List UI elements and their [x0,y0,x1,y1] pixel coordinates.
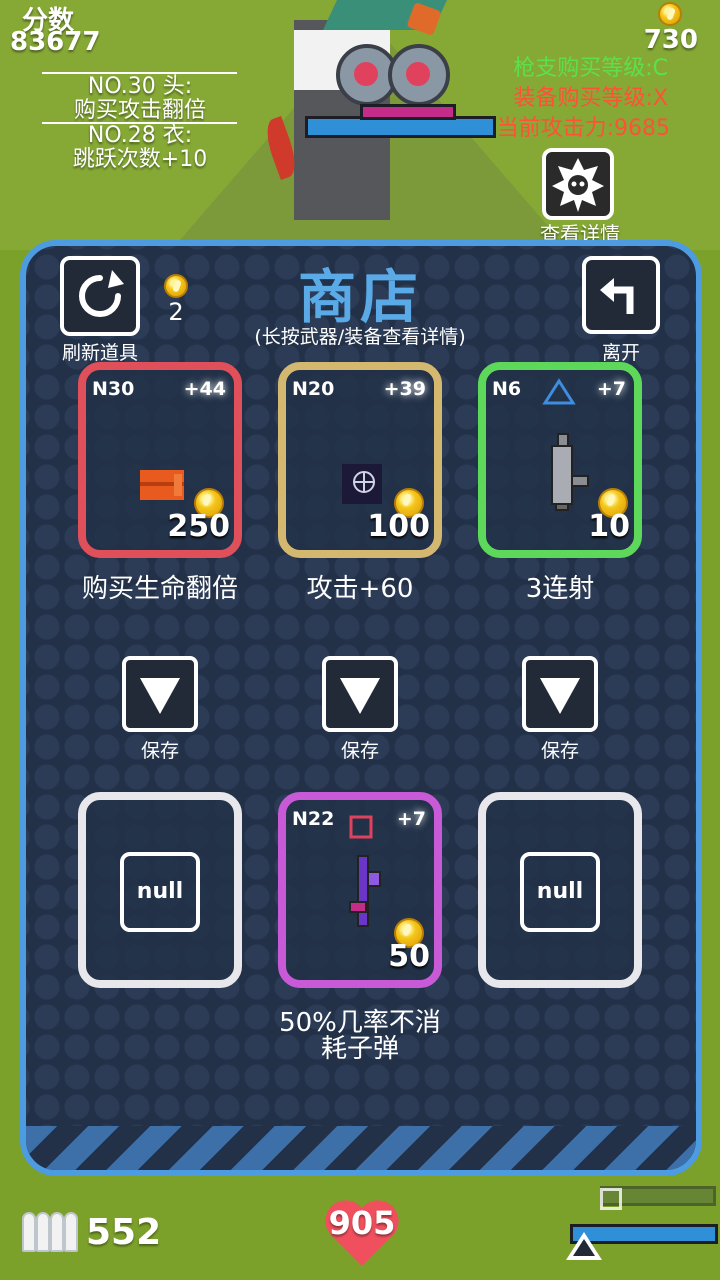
storage-slot-item[interactable]: N22 +7 50 [278,792,442,988]
save-button[interactable] [522,656,598,732]
shop-card[interactable]: N20 +39 100 [278,362,442,558]
panel-stripes [26,1126,696,1170]
back-arrow-icon [600,278,634,314]
player-goggle-right [388,44,450,106]
slot-description-line1: 50%几率不消 [279,1008,441,1038]
card-description: 攻击+60 [306,574,414,604]
save-button[interactable] [122,656,198,732]
save-label: 保存 [140,740,179,762]
log-entry: NO.30 头: 购买攻击翻倍 [44,75,236,123]
triangle-rarity-icon [566,1232,602,1260]
refresh-cost-coin-icon [164,274,188,298]
gold-value: 730 [643,25,698,55]
leave-label: 离开 [601,342,640,364]
gun-purchase-level: 枪支购买等级:C [513,56,668,81]
card-plus: +7 [596,378,626,400]
triangle-rarity-icon [542,378,576,405]
ammo-bullets-icon [22,1206,78,1252]
gold-coin-icon [658,2,682,26]
square-rarity-icon [600,1188,622,1210]
card-plus: +39 [383,378,426,400]
refresh-icon [79,270,124,317]
square-rarity-icon [349,815,373,839]
down-triangle-icon [340,678,380,714]
refresh-cost: 2 [168,298,184,326]
card-description: 3连射 [525,574,595,604]
player-gun-top [360,104,456,120]
log-entry-line1: NO.30 头: [87,74,193,99]
refresh-label: 刷新道具 [61,342,138,364]
card-plus: +44 [183,378,226,400]
card-price: 100 [367,509,430,544]
attack-power: 当前攻击力:9685 [496,116,670,141]
save-button[interactable] [322,656,398,732]
view-details-button[interactable] [542,148,614,220]
card-price: 50 [388,939,430,974]
health-value: 905 [328,1204,396,1242]
card-code: N20 [292,378,335,400]
null-placeholder: null [520,852,600,932]
storage-slot-empty[interactable]: null [78,792,242,988]
down-triangle-icon [140,678,180,714]
save-label: 保存 [540,740,579,762]
log-entry-line2: 跳跃次数+10 [72,147,208,172]
refresh-button[interactable] [60,256,140,336]
smg-weapon-icon [551,433,589,511]
slot-description-line2: 耗子弹 [320,1034,399,1064]
shop-card[interactable]: N30 +44 250 [78,362,242,558]
armor-item-icon [140,470,184,500]
storage-slot-empty[interactable]: null [478,792,642,988]
card-code: N6 [492,378,522,400]
ammo-count: 552 [86,1212,162,1253]
slot-description: 50%几率不消 耗子弹 [240,1010,480,1062]
skull-badge-icon [552,158,604,212]
equip-purchase-level: 装备购买等级:X [513,86,668,111]
card-plus: +7 [396,808,426,830]
card-code: N22 [292,808,335,830]
rifle-weapon-icon [349,855,381,927]
shop-hint: (长按武器/装备查看详情) [254,326,466,348]
score-value: 83677 [10,27,101,57]
card-code: N30 [92,378,135,400]
card-price: 250 [167,509,230,544]
scope-item-icon [342,464,382,504]
log-entry: NO.28 衣: 跳跃次数+10 [44,124,236,172]
log-entry-line1: NO.28 衣: [87,123,193,148]
card-description: 购买生命翻倍 [81,574,238,604]
shop-card[interactable]: N6 +7 10 [478,362,642,558]
card-price: 10 [588,509,630,544]
save-label: 保存 [340,740,379,762]
leave-button[interactable] [582,256,660,334]
null-placeholder: null [120,852,200,932]
log-entry-line2: 购买攻击翻倍 [73,98,206,123]
down-triangle-icon [540,678,580,714]
